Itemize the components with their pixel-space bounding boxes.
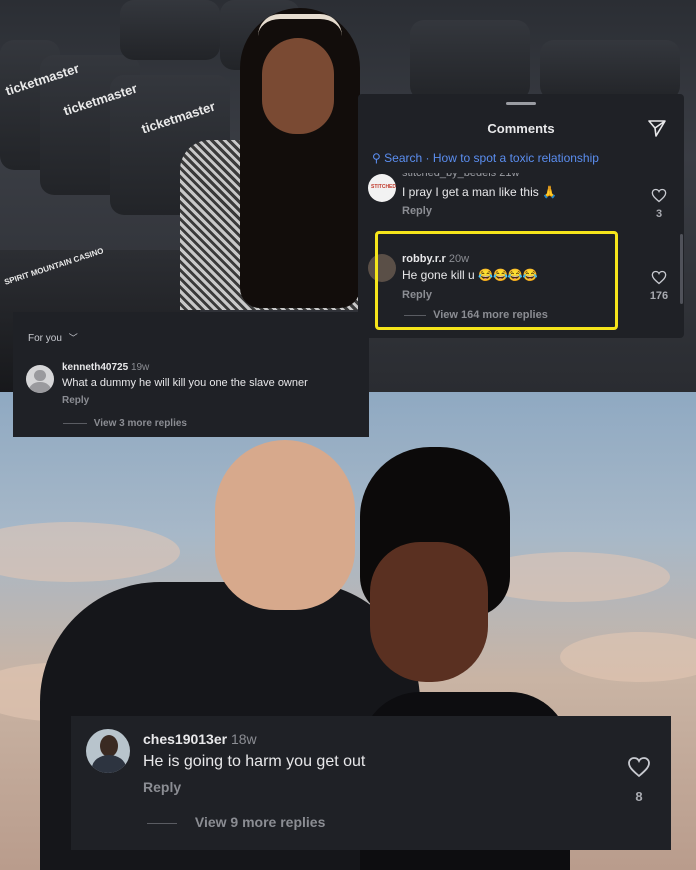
like-count: 8: [635, 789, 643, 804]
username[interactable]: kenneth40725: [62, 362, 128, 373]
face: [262, 38, 334, 134]
send-icon[interactable]: [647, 118, 667, 138]
scrollbar[interactable]: [680, 234, 683, 304]
face: [370, 542, 488, 682]
view-replies-link[interactable]: View 3 more replies: [63, 418, 187, 429]
timestamp: 19w: [130, 362, 150, 373]
avatar[interactable]: STITCHED: [368, 174, 396, 202]
arena-seat: [120, 0, 220, 60]
headband: [258, 14, 342, 36]
filter-dropdown[interactable]: For you ﹀: [28, 331, 78, 344]
comment-text: He is going to harm you get out: [143, 753, 366, 770]
comment-card-for-you: For you ﹀ kenneth40725 19w What a dummy …: [13, 312, 369, 437]
comment-card-bottom: ches19013er 18w He is going to harm you …: [71, 716, 671, 850]
avatar[interactable]: [26, 365, 54, 393]
man-head: [215, 440, 355, 610]
arena-seat: [410, 20, 530, 100]
like-count: 3: [655, 208, 663, 220]
sheet-grabber[interactable]: [506, 102, 536, 105]
heart-icon[interactable]: [651, 188, 667, 203]
heart-icon[interactable]: [651, 270, 667, 285]
avatar[interactable]: [86, 729, 130, 773]
partial-username: stitched_by_bedels 21w: [402, 167, 520, 179]
reply-button[interactable]: Reply: [62, 395, 89, 406]
search-prefix: Search: [384, 151, 423, 165]
search-query: How to spot a toxic relationship: [432, 151, 599, 165]
like-count: 176: [649, 290, 669, 302]
heart-icon[interactable]: [627, 756, 651, 778]
view-replies-link[interactable]: View 9 more replies: [147, 814, 325, 830]
timestamp: 18w: [230, 731, 257, 747]
search-icon: ⚲: [372, 151, 381, 165]
chevron-down-icon: ﹀: [68, 333, 78, 343]
sheet-title: Comments: [487, 121, 555, 136]
cloud: [560, 632, 696, 682]
cloud: [0, 522, 180, 582]
arena-seat: [540, 40, 680, 100]
reply-button[interactable]: Reply: [402, 205, 432, 217]
reply-button[interactable]: Reply: [143, 779, 181, 795]
comment-text: What a dummy he will kill you one the sl…: [62, 377, 308, 389]
username[interactable]: ches19013er: [143, 731, 227, 747]
filter-label: For you: [28, 333, 62, 344]
related-search-link[interactable]: ⚲ Search · How to spot a toxic relations…: [372, 151, 599, 165]
comment-text: I pray I get a man like this 🙏: [402, 185, 558, 199]
comment-header: ches19013er 18w: [143, 731, 257, 747]
highlight-box: [375, 231, 618, 330]
divider: [147, 822, 177, 824]
divider: [63, 422, 87, 424]
comment-header: kenneth40725 19w: [62, 362, 149, 373]
